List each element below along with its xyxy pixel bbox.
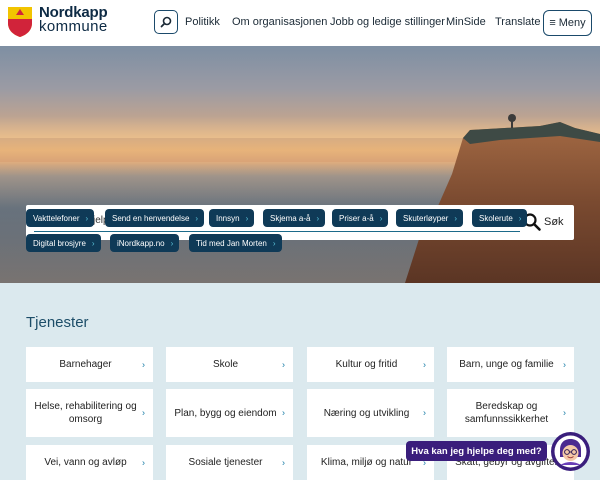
menu-button[interactable]: ≡ Meny [543, 10, 592, 36]
chevron-right-icon: › [282, 407, 285, 418]
chevron-right-icon: › [316, 213, 320, 223]
service-card-naering-og-utvikling[interactable]: Næring og utvikling › [307, 389, 434, 437]
site-header: Nordkapp kommune Politikk Om organisasjo… [0, 0, 600, 46]
service-card-label: Klima, miljø og natur [320, 457, 413, 468]
search-button-label: Søk [544, 216, 564, 228]
service-card-label: Vei, vann og avløp [44, 457, 127, 468]
quick-link-label: Skolerute [479, 213, 513, 223]
chat-avatar-button[interactable] [551, 432, 590, 471]
nav-minside[interactable]: MinSide [446, 16, 486, 28]
hero-banner: Søk Vakttelefoner› Send en henvendelse› … [0, 46, 600, 283]
service-card-plan-bygg-og-eiendom[interactable]: Plan, bygg og eiendom › [166, 389, 293, 437]
quick-link-tid-med-jan-morten[interactable]: Tid med Jan Morten › [189, 234, 282, 252]
service-card-label: Beredskap og samfunnssikkerhet [464, 401, 549, 425]
quick-link-priser-a-a[interactable]: Priser a-å › [332, 209, 389, 227]
chevron-right-icon: › [85, 213, 89, 223]
quick-link-skuterloyper[interactable]: Skuterløyper › [396, 209, 464, 227]
quick-link-label: Send en henvendelse [112, 213, 190, 223]
chat-prompt-bubble[interactable]: Hva kan jeg hjelpe deg med? [406, 441, 547, 461]
service-card-label: Plan, bygg og eiendom [174, 407, 277, 419]
chevron-right-icon: › [142, 407, 145, 418]
service-card-label: Næring og utvikling [323, 407, 410, 419]
chevron-right-icon: › [91, 238, 95, 248]
nav-jobb-og-ledige-stillinger[interactable]: Jobb og ledige stillinger [330, 16, 445, 28]
service-card-barnehager[interactable]: Barnehager › [26, 347, 153, 382]
service-card-sosiale-tjenester[interactable]: Sosiale tjenester › [166, 445, 293, 480]
nav-politikk[interactable]: Politikk [185, 16, 220, 28]
service-card-helse-rehabilitering-og-omsorg[interactable]: Helse, rehabilitering og omsorg › [26, 389, 153, 437]
service-card-beredskap-og-samfunnssikkerhet[interactable]: Beredskap og samfunnssikkerhet › [447, 389, 574, 437]
services-title: Tjenester [26, 314, 89, 331]
quick-link-vakttelefoner[interactable]: Vakttelefoner › [26, 209, 95, 227]
chevron-right-icon: › [142, 359, 145, 369]
nav-om-organisasjonen[interactable]: Om organisasjonen [232, 16, 327, 28]
quick-link-skolerute[interactable]: Skolerute › [472, 209, 528, 227]
site-search-submit[interactable]: Søk [522, 211, 564, 233]
coat-of-arms-icon [8, 7, 32, 37]
service-card-vei-vann-og-avlop[interactable]: Vei, vann og avløp › [26, 445, 153, 480]
chevron-right-icon: › [563, 407, 566, 418]
chatbot-avatar-icon [554, 435, 587, 468]
service-card-label: Helse, rehabilitering og omsorg [34, 401, 137, 425]
quick-link-inordkapp[interactable]: iNordkapp.no › [110, 234, 180, 252]
chevron-right-icon: › [282, 457, 285, 467]
menu-label: Meny [558, 17, 586, 29]
quick-link-label: iNordkapp.no [117, 238, 165, 248]
quick-link-label: Innsyn [216, 213, 240, 223]
quick-link-label: Digital brosjyre [33, 238, 86, 248]
service-card-label: Sosiale tjenester [188, 457, 263, 468]
quick-link-label: Priser a-å [339, 213, 374, 223]
chevron-right-icon: › [423, 407, 426, 418]
quick-link-skjema-a-a[interactable]: Skjema a-å › [263, 209, 326, 227]
service-card-barn-unge-og-familie[interactable]: Barn, unge og familie › [447, 347, 574, 382]
quick-link-label: Tid med Jan Morten [196, 238, 267, 248]
chevron-right-icon: › [170, 238, 174, 248]
chevron-right-icon: › [423, 359, 426, 369]
chevron-right-icon: › [282, 359, 285, 369]
chevron-right-icon: › [195, 213, 199, 223]
nordkapp-logo[interactable]: Nordkapp kommune [7, 5, 108, 38]
quick-link-send-en-henvendelse[interactable]: Send en henvendelse › [105, 209, 205, 227]
header-search-button[interactable] [154, 10, 178, 34]
chevron-right-icon: › [142, 457, 145, 467]
quick-link-digital-brosjyre[interactable]: Digital brosjyre › [26, 234, 101, 252]
nav-translate[interactable]: Translate [495, 16, 540, 28]
hamburger-icon: ≡ [549, 17, 556, 29]
chevron-right-icon: › [379, 213, 383, 223]
search-icon [160, 16, 172, 28]
quick-link-label: Vakttelefoner [33, 213, 80, 223]
quick-link-label: Skjema a-å [270, 213, 311, 223]
service-card-label: Skole [212, 359, 238, 370]
chevron-right-icon: › [454, 213, 458, 223]
logo-subtitle: kommune [39, 18, 108, 35]
service-card-label: Barn, unge og familie [459, 359, 554, 370]
chevron-right-icon: › [272, 238, 276, 248]
quick-link-label: Skuterløyper [403, 213, 449, 223]
service-card-label: Barnehager [59, 359, 112, 370]
chevron-right-icon: › [245, 213, 249, 223]
service-card-kultur-og-fritid[interactable]: Kultur og fritid › [307, 347, 434, 382]
chevron-right-icon: › [518, 213, 522, 223]
quick-link-innsyn[interactable]: Innsyn › [209, 209, 255, 227]
service-card-label: Kultur og fritid [335, 359, 398, 370]
service-card-skole[interactable]: Skole › [166, 347, 293, 382]
chevron-right-icon: › [563, 359, 566, 369]
